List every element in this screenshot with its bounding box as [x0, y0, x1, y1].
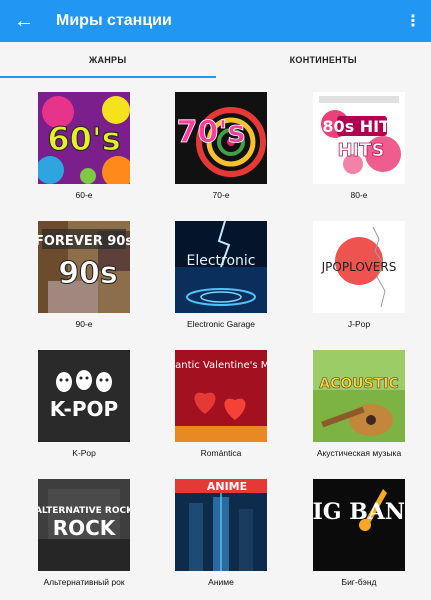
svg-text:ROCK: ROCK: [53, 516, 117, 540]
app-bar: ← Миры станции ⋮: [0, 0, 431, 42]
genre-tile-kpop[interactable]: K-POP K-Pop: [24, 350, 144, 470]
cover-image-alt-rock: ALTERNATIVE ROCK ROCK: [38, 479, 130, 571]
cover-title-romantica: Romantic Valentine's Music: [175, 360, 267, 371]
genre-label-90s: 90-е: [75, 319, 93, 329]
cover-title-anime: ANIME: [207, 480, 247, 493]
genre-label-80s: 80-е: [350, 190, 368, 200]
page-title: Миры станции: [56, 12, 172, 29]
genre-label-big-band: Биг-бэнд: [341, 577, 377, 587]
cover-image-90s: FOREVER 90s 90s: [38, 221, 130, 313]
genre-tile-romantica[interactable]: Romantic Valentine's Music Romántica: [161, 350, 281, 470]
genre-label-acoustic: Акустическая музыка: [316, 448, 402, 458]
genre-tile-electronic[interactable]: Electronic Electronic Garage: [161, 221, 281, 341]
genre-tile-alt-rock[interactable]: ALTERNATIVE ROCK ROCK Альтернативный рок: [24, 479, 144, 599]
arrow-left-icon: ←: [14, 9, 34, 32]
genre-label-60s: 60-е: [75, 190, 93, 200]
cover-title-60s: 60's: [47, 120, 120, 158]
genre-label-jpop: J-Pop: [347, 319, 371, 329]
genre-tile-acoustic[interactable]: ACOUSTIC Акустическая музыка: [299, 350, 419, 470]
tab-genres[interactable]: ЖАНРЫ: [0, 42, 216, 78]
cover-image-jpop: JPOPLOVERS: [313, 221, 405, 313]
genre-label-romantica: Romántica: [200, 448, 242, 458]
genre-tile-jpop[interactable]: JPOPLOVERS J-Pop: [299, 221, 419, 341]
tab-bar: ЖАНРЫ КОНТИНЕНТЫ: [0, 42, 431, 78]
genre-tile-60s[interactable]: 60's 60-е: [24, 92, 144, 212]
cover-image-60s: 60's: [38, 92, 130, 184]
genre-label-electronic: Electronic Garage: [186, 319, 256, 329]
more-vert-icon: ⋮: [405, 13, 421, 30]
cover-image-big-band: BIG BAND: [313, 479, 405, 571]
cover-title-jpop: JPOPLOVERS: [321, 260, 397, 274]
cover-image-anime: ANIME: [175, 479, 267, 571]
cover-title-big-band: BIG BAND: [313, 499, 405, 525]
cover-image-70s: 70's: [175, 92, 267, 184]
cover-title-kpop: K-POP: [50, 397, 118, 421]
genre-tile-70s[interactable]: 70's 70-е: [161, 92, 281, 212]
cover-image-acoustic: ACOUSTIC: [313, 350, 405, 442]
genre-tile-big-band[interactable]: BIG BAND Биг-бэнд: [299, 479, 419, 599]
genre-label-anime: Аниме: [208, 577, 234, 587]
cover-image-romantica: Romantic Valentine's Music: [175, 350, 267, 442]
cover-title-acoustic: ACOUSTIC: [319, 376, 399, 392]
cover-title-80s: 80s HITS: [322, 117, 401, 136]
cover-image-kpop: K-POP: [38, 350, 130, 442]
cover-image-electronic: Electronic: [175, 221, 267, 313]
genre-tile-anime[interactable]: ANIME Аниме: [161, 479, 281, 599]
cover-title-alt-rock: ALTERNATIVE ROCK: [38, 506, 130, 516]
cover-title-70s: 70's: [177, 115, 246, 150]
genre-label-alt-rock: Альтернативный рок: [43, 577, 125, 587]
cover-title-electronic: Electronic: [186, 253, 255, 269]
genre-tile-80s[interactable]: 80s HITS HITS 80-е: [299, 92, 419, 212]
tab-continents[interactable]: КОНТИНЕНТЫ: [216, 42, 431, 78]
svg-text:90s: 90s: [58, 256, 118, 291]
genre-label-kpop: K-Pop: [72, 448, 96, 458]
genre-tile-90s[interactable]: FOREVER 90s 90s 90-е: [24, 221, 144, 341]
back-button[interactable]: ←: [0, 0, 48, 42]
cover-image-80s: 80s HITS HITS: [313, 92, 405, 184]
svg-text:HITS: HITS: [337, 140, 384, 161]
genre-grid: 60's 60-е 70's 70-е 80s HITS HITS 80-е F…: [0, 78, 431, 600]
genre-label-70s: 70-е: [212, 190, 230, 200]
overflow-menu-button[interactable]: ⋮: [395, 0, 431, 42]
cover-title-90s: FOREVER 90s: [38, 234, 130, 249]
